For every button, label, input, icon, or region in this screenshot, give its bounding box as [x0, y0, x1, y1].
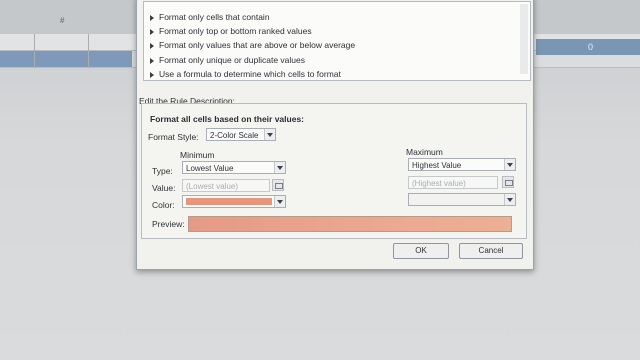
- format-style-dropdown[interactable]: 2-Color Scale: [206, 128, 276, 141]
- rule-description-panel: Format all cells based on their values: …: [141, 103, 527, 239]
- format-style-label: Format Style:: [148, 132, 199, 142]
- ok-button[interactable]: OK: [393, 243, 449, 259]
- cancel-button[interactable]: Cancel: [459, 243, 523, 259]
- rule-type-item[interactable]: Format only top or bottom ranked values: [150, 25, 312, 37]
- minimum-type-value: Lowest Value: [186, 164, 234, 173]
- type-label: Type:: [152, 166, 173, 176]
- rule-type-item[interactable]: Use a formula to determine which cells t…: [150, 68, 341, 80]
- minimum-color-dropdown[interactable]: [182, 195, 286, 208]
- cell-value: 0: [588, 42, 594, 52]
- range-picker-icon[interactable]: [502, 176, 514, 188]
- maximum-color-dropdown[interactable]: [408, 193, 516, 206]
- range-picker-icon[interactable]: [272, 179, 284, 191]
- minimum-value-field[interactable]: (Lowest value): [182, 179, 270, 192]
- column-header: [20, 16, 22, 25]
- maximum-value-field[interactable]: (Highest value): [408, 176, 498, 189]
- new-formatting-rule-dialog: Format only cells that contain Format on…: [136, 0, 534, 270]
- rule-type-list[interactable]: Format only cells that contain Format on…: [143, 1, 531, 81]
- triangle-right-icon: [150, 71, 154, 78]
- column-header: [96, 16, 98, 25]
- minimum-label: Minimum: [180, 150, 215, 160]
- triangle-right-icon: [150, 42, 154, 49]
- preview-label: Preview:: [152, 219, 185, 229]
- format-style-value: 2-Color Scale: [210, 131, 259, 140]
- description-title: Format all cells based on their values:: [150, 114, 304, 124]
- triangle-right-icon: [150, 28, 154, 35]
- column-divider: [34, 34, 35, 68]
- color-label: Color:: [152, 200, 175, 210]
- chevron-down-icon: [264, 129, 275, 140]
- column-divider: [88, 34, 89, 68]
- triangle-right-icon: [150, 57, 154, 64]
- maximum-label: Maximum: [406, 147, 443, 157]
- triangle-right-icon: [150, 14, 154, 21]
- selected-cells[interactable]: [0, 51, 132, 67]
- rule-type-item[interactable]: Format only unique or duplicate values: [150, 54, 305, 66]
- rule-type-item[interactable]: Format only cells that contain: [150, 11, 270, 23]
- rule-type-item[interactable]: Format only values that are above or bel…: [150, 39, 355, 51]
- minimum-type-dropdown[interactable]: Lowest Value: [182, 161, 286, 174]
- chevron-down-icon: [504, 159, 515, 170]
- color-scale-preview: [188, 216, 512, 232]
- maximum-type-value: Highest Value: [412, 161, 462, 170]
- rule-list-scrollbar[interactable]: [520, 4, 528, 74]
- chevron-down-icon: [274, 196, 285, 207]
- column-header: #: [60, 16, 65, 25]
- maximum-type-dropdown[interactable]: Highest Value: [408, 158, 516, 171]
- value-label: Value:: [152, 183, 176, 193]
- chevron-down-icon: [274, 162, 285, 173]
- color-swatch: [186, 198, 272, 205]
- chevron-down-icon: [504, 194, 515, 205]
